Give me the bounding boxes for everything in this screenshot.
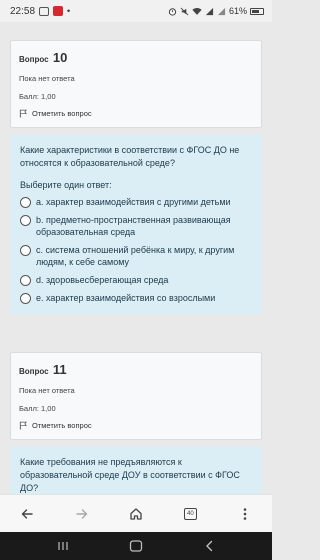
notification-app-icon (53, 6, 64, 16)
radio-button[interactable] (20, 197, 31, 208)
question-number: 11 (52, 362, 67, 377)
answer-option-b[interactable]: b. предметно-пространственная развивающа… (20, 214, 252, 238)
question-grade: Балл: 1,00 (19, 404, 56, 413)
flag-icon (19, 421, 27, 430)
flag-icon (19, 109, 27, 118)
signal-icon-2 (217, 7, 226, 15)
question-grade: Балл: 1,00 (19, 92, 56, 101)
question-number: 10 (52, 50, 68, 65)
radio-button[interactable] (20, 275, 31, 286)
flag-question-link[interactable]: Отметить вопрос (19, 109, 253, 118)
question-11-content: Какие требования не предъявляются к обра… (10, 446, 262, 494)
back-arrow-icon (21, 508, 33, 519)
home-button[interactable] (124, 502, 148, 526)
battery-percent: 61% (228, 6, 247, 16)
question-text: Какие требования не предъявляются к обра… (20, 457, 240, 493)
question-10-content: Какие характеристики в соответствии с ФГ… (10, 134, 262, 314)
back-system-button[interactable] (194, 536, 224, 556)
wifi-icon (192, 7, 202, 15)
question-10-info: Вопрос 10 Пока нет ответа Балл: 1,00 Отм… (10, 40, 262, 128)
recent-apps-button[interactable] (48, 536, 78, 556)
battery-icon (250, 7, 264, 15)
answer-option-label[interactable]: d. здоровьесберегающая среда (36, 274, 168, 286)
home-pill-icon (129, 540, 143, 552)
notification-dot-icon: • (67, 5, 71, 16)
tabs-button[interactable]: 40 (178, 502, 202, 526)
browser-toolbar: 40 (0, 494, 272, 532)
radio-button[interactable] (20, 245, 31, 256)
answer-option-label[interactable]: c. система отношений ребёнка к миру, к д… (36, 244, 252, 268)
flag-label: Отметить вопрос (32, 421, 92, 430)
question-state: Пока нет ответа (19, 386, 75, 395)
system-navigation-bar (0, 532, 272, 560)
answer-option-label[interactable]: b. предметно-пространственная развивающа… (36, 214, 252, 238)
answer-option-d[interactable]: d. здоровьесберегающая среда (20, 274, 252, 286)
signal-icon (205, 7, 214, 15)
status-bar: 22:58 • 61% (0, 0, 272, 22)
answer-prompt: Выберите один ответ: (20, 180, 112, 190)
home-icon (130, 507, 142, 520)
answer-option-label[interactable]: a. характер взаимодействия с другими дет… (36, 196, 231, 208)
question-11-info: Вопрос 11 Пока нет ответа Балл: 1,00 Отм… (10, 352, 262, 440)
forward-arrow-icon (75, 508, 87, 519)
menu-dots-icon (243, 507, 247, 520)
question-11-heading: Вопрос 11 (19, 362, 253, 377)
question-label: Вопрос (19, 55, 49, 64)
back-button[interactable] (15, 502, 39, 526)
answer-option-label[interactable]: e. характер взаимодействия со взрослыми (36, 292, 215, 304)
radio-button[interactable] (20, 215, 31, 226)
notification-box-icon (39, 6, 50, 16)
answer-option-a[interactable]: a. характер взаимодействия с другими дет… (20, 196, 252, 208)
alarm-icon (168, 7, 177, 16)
mute-icon (180, 7, 189, 15)
home-system-button[interactable] (121, 536, 151, 556)
question-state: Пока нет ответа (19, 74, 75, 83)
answer-option-e[interactable]: e. характер взаимодействия со взрослыми (20, 292, 252, 304)
clock: 22:58 (10, 5, 36, 17)
recent-apps-icon (58, 542, 68, 550)
answer-option-c[interactable]: c. система отношений ребёнка к миру, к д… (20, 244, 252, 268)
tabs-icon: 40 (183, 507, 197, 520)
question-text: Какие характеристики в соответствии с ФГ… (20, 145, 240, 168)
question-10-heading: Вопрос 10 (19, 50, 253, 65)
forward-button[interactable] (70, 502, 94, 526)
flag-question-link[interactable]: Отметить вопрос (19, 421, 253, 430)
back-chevron-icon (206, 540, 213, 552)
menu-button[interactable] (233, 502, 257, 526)
question-label: Вопрос (19, 367, 49, 376)
flag-label: Отметить вопрос (32, 109, 92, 118)
radio-button[interactable] (20, 293, 31, 304)
status-right: 61% (168, 6, 264, 16)
page-content[interactable]: Вопрос 10 Пока нет ответа Балл: 1,00 Отм… (0, 22, 272, 494)
